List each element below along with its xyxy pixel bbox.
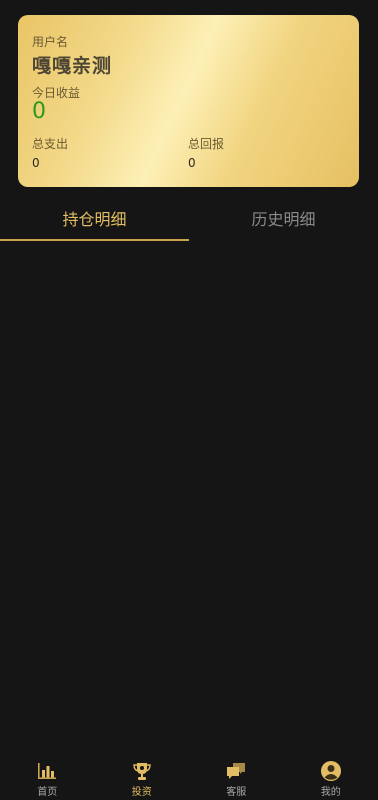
holdings-tabs: 持仓明细 历史明细 xyxy=(0,201,378,241)
chat-icon xyxy=(227,763,246,779)
total-expense-label: 总支出 xyxy=(32,137,69,151)
nav-item-home[interactable]: 首页 xyxy=(0,754,95,800)
bottom-nav: 首页 投资 客服 我的 xyxy=(0,754,378,800)
total-return-value: 0 xyxy=(188,156,196,170)
total-expense-value: 0 xyxy=(32,156,40,170)
today-income-value: 0 xyxy=(32,99,46,124)
nav-label-home: 首页 xyxy=(37,787,58,798)
nav-label-invest: 投资 xyxy=(131,787,152,798)
nav-item-invest[interactable]: 投资 xyxy=(95,754,190,800)
bar-chart-icon xyxy=(38,763,57,779)
total-return-label: 总回报 xyxy=(188,137,225,151)
nav-item-service[interactable]: 客服 xyxy=(189,754,284,800)
user-icon xyxy=(320,761,341,781)
tab-history[interactable]: 历史明细 xyxy=(189,201,378,241)
username: 嘎嘎亲测 xyxy=(32,55,113,77)
nav-label-service: 客服 xyxy=(226,787,247,798)
account-summary-card: 用户名 嘎嘎亲测 今日收益 0 总支出 0 总回报 0 xyxy=(18,15,359,187)
tab-current-holdings[interactable]: 持仓明细 xyxy=(0,201,189,241)
page: 用户名 嘎嘎亲测 今日收益 0 总支出 0 总回报 0 持仓明细 历史明细 首页 xyxy=(0,0,378,800)
nav-label-mine: 我的 xyxy=(320,787,341,798)
trophy-icon xyxy=(133,763,151,780)
username-label: 用户名 xyxy=(32,35,69,49)
nav-item-mine[interactable]: 我的 xyxy=(284,754,378,800)
